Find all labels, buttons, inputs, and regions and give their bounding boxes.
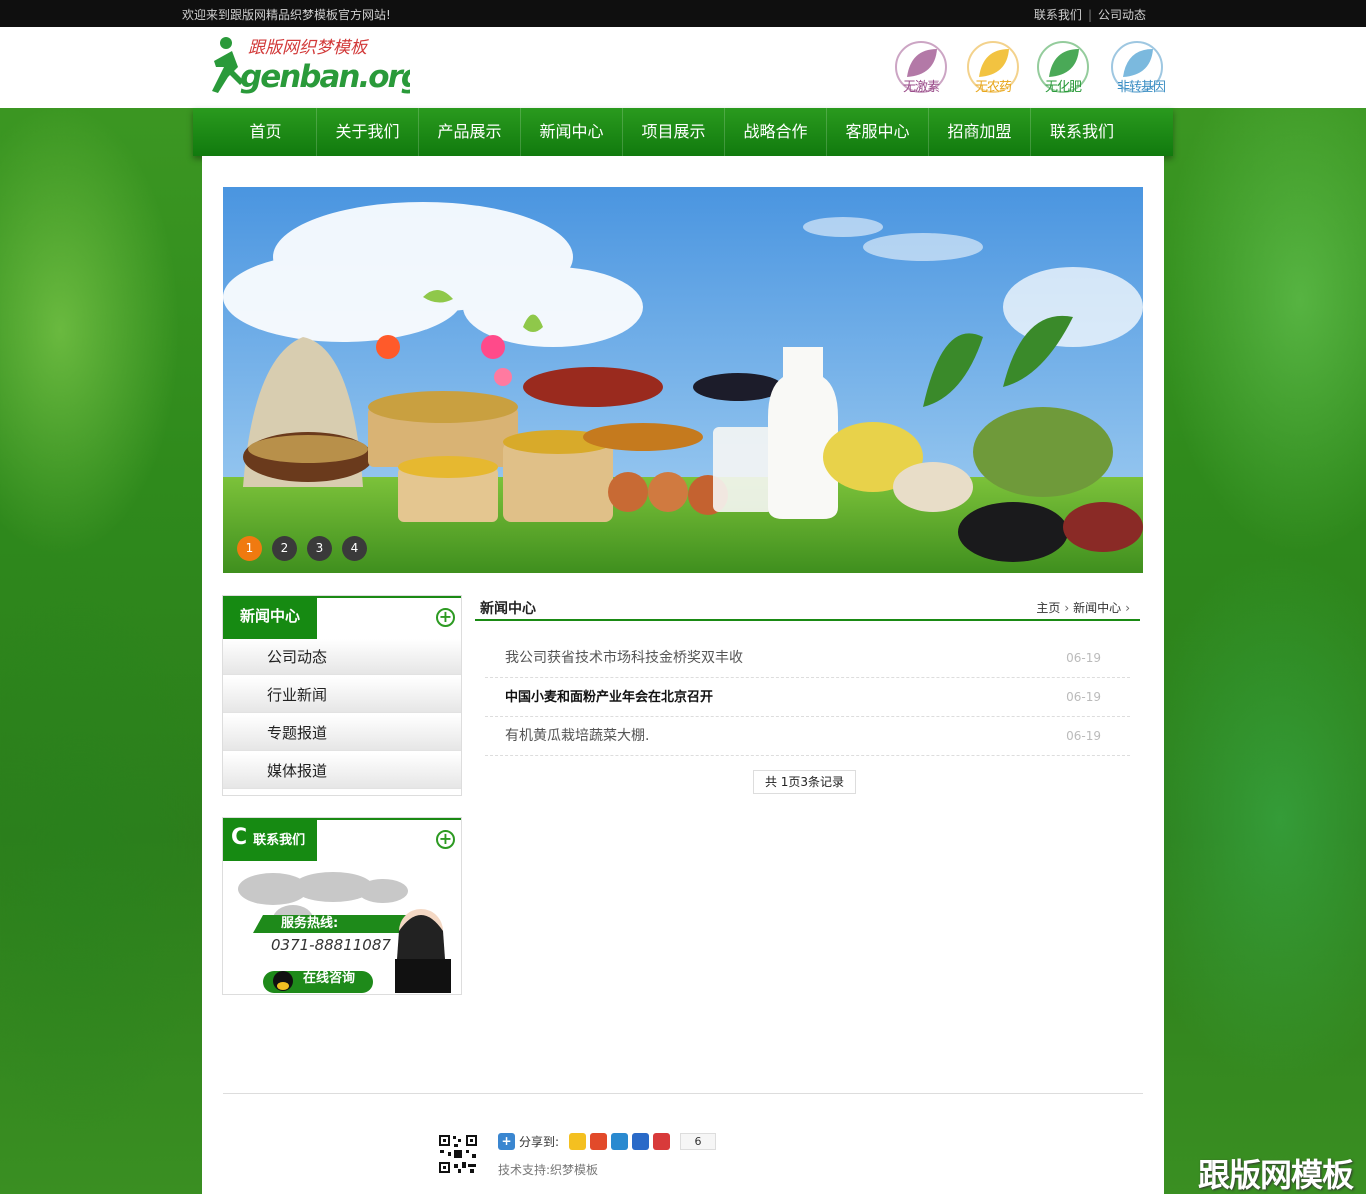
plus-icon[interactable]: + — [436, 830, 455, 849]
banner-dot-1[interactable]: 1 — [237, 536, 262, 561]
tencent-weibo-icon[interactable] — [611, 1133, 629, 1150]
news-category-list: 公司动态 行业新闻 专题报道 媒体报道 — [223, 637, 461, 793]
qr-code-icon — [438, 1134, 478, 1174]
news-item[interactable]: 有机黄瓜栽培蔬菜大棚. 06-19 — [485, 717, 1130, 756]
news-category-box: 新闻中心 + 公司动态 行业新闻 专题报道 媒体报道 — [222, 595, 462, 796]
nav-home[interactable]: 首页 — [215, 108, 317, 156]
header: 跟版网织梦模板 genban.org 无激素 无农药 无化肥 非转基因 — [0, 27, 1366, 108]
banner-image — [223, 187, 1143, 573]
breadcrumb-news[interactable]: 新闻中心 — [1073, 601, 1121, 615]
news-category-title: 新闻中心 — [223, 596, 317, 639]
qzone-icon[interactable] — [569, 1133, 587, 1150]
news-content: 新闻中心 主页 › 新闻中心 › 我公司获省技术市场科技金桥奖双丰收 06-19 中国小… — [475, 595, 1140, 794]
banner-dot-2[interactable]: 2 — [272, 536, 297, 561]
renren-icon[interactable] — [632, 1133, 650, 1150]
watermark: 跟版网模板 — [1198, 1156, 1354, 1194]
footer-divider — [223, 1093, 1143, 1094]
plus-icon[interactable]: + — [436, 608, 455, 627]
badge-no-hormone: 无激素 — [893, 41, 949, 97]
top-link-news[interactable]: 公司动态 — [1098, 8, 1146, 22]
main-nav: 首页 关于我们 产品展示 新闻中心 项目展示 战略合作 客服中心 招商加盟 联系… — [193, 108, 1173, 156]
nav-about[interactable]: 关于我们 — [317, 108, 419, 156]
nav-news[interactable]: 新闻中心 — [521, 108, 623, 156]
share-label: 分享到: — [519, 1135, 560, 1149]
category-media-report[interactable]: 媒体报道 — [223, 753, 461, 789]
category-company-news[interactable]: 公司动态 — [223, 639, 461, 675]
main-content-area: 1 2 3 4 新闻中心 + 公司动态 行业新闻 专题报道 媒体报道 C 联系我们… — [202, 156, 1164, 1194]
banner-pagination: 1 2 3 4 — [237, 536, 367, 561]
nav-cooperation[interactable]: 战略合作 — [725, 108, 827, 156]
top-link-contact[interactable]: 联系我们 — [1034, 8, 1082, 22]
hotline-banner[interactable]: 服务热线: 0371-88811087 在线咨询 — [223, 859, 461, 993]
breadcrumb: 主页 › 新闻中心 › — [1036, 599, 1134, 616]
share-plus-icon[interactable]: + — [498, 1133, 515, 1150]
svg-text:genban.org: genban.org — [240, 59, 410, 95]
news-item[interactable]: 我公司获省技术市场科技金桥奖双丰收 06-19 — [485, 639, 1130, 678]
nav-service[interactable]: 客服中心 — [827, 108, 929, 156]
nav-projects[interactable]: 项目展示 — [623, 108, 725, 156]
pagination-summary: 共 1页3条记录 — [753, 770, 856, 794]
badge-no-fertilizer: 无化肥 — [1035, 41, 1091, 97]
site-logo[interactable]: 跟版网织梦模板 genban.org — [210, 37, 425, 99]
news-list: 我公司获省技术市场科技金桥奖双丰收 06-19 中国小麦和面粉产业年会在北京召开 0… — [475, 639, 1140, 756]
chevron-right-icon: › — [1064, 601, 1070, 615]
contact-box: C 联系我们 + 服务热线: 0371-88811087 在线咨询 — [222, 817, 462, 995]
news-item[interactable]: 中国小麦和面粉产业年会在北京召开 06-19 — [485, 678, 1130, 717]
badge-no-pesticide: 无农药 — [965, 41, 1021, 97]
category-industry-news[interactable]: 行业新闻 — [223, 677, 461, 713]
contact-box-title: 联系我们 — [253, 833, 306, 848]
chevron-right-icon: › — [1125, 601, 1130, 615]
share-count: 6 — [680, 1133, 717, 1150]
breadcrumb-home[interactable]: 主页 — [1036, 601, 1060, 615]
online-consult-button[interactable]: 在线咨询 — [303, 967, 355, 986]
svg-text:跟版网织梦模板: 跟版网织梦模板 — [248, 38, 370, 58]
weibo-icon[interactable] — [590, 1133, 608, 1150]
nav-contact[interactable]: 联系我们 — [1031, 108, 1133, 156]
tech-support: 技术支持:织梦模板 — [498, 1163, 599, 1177]
hotline-label: 服务热线: — [281, 916, 339, 931]
hero-banner[interactable]: 1 2 3 4 — [223, 187, 1143, 573]
share-bar: + 分享到: 6 — [498, 1133, 717, 1150]
category-special-report[interactable]: 专题报道 — [223, 715, 461, 751]
banner-dot-4[interactable]: 4 — [342, 536, 367, 561]
banner-dot-3[interactable]: 3 — [307, 536, 332, 561]
nav-franchise[interactable]: 招商加盟 — [929, 108, 1031, 156]
top-bar: 欢迎来到跟版网精品织梦模板官方网站! 联系我们 | 公司动态 — [0, 0, 1366, 27]
top-links: 联系我们 | 公司动态 — [1033, 8, 1146, 22]
nav-products[interactable]: 产品展示 — [419, 108, 521, 156]
welcome-text: 欢迎来到跟版网精品织梦模板官方网站! — [182, 8, 391, 22]
c-letter-icon: C — [231, 825, 248, 850]
more-share-icon[interactable] — [653, 1133, 671, 1150]
badge-non-gmo: 非转基因 — [1107, 41, 1166, 97]
hotline-number: 0371-88811087 — [271, 936, 391, 954]
page-title: 新闻中心 — [480, 601, 536, 617]
